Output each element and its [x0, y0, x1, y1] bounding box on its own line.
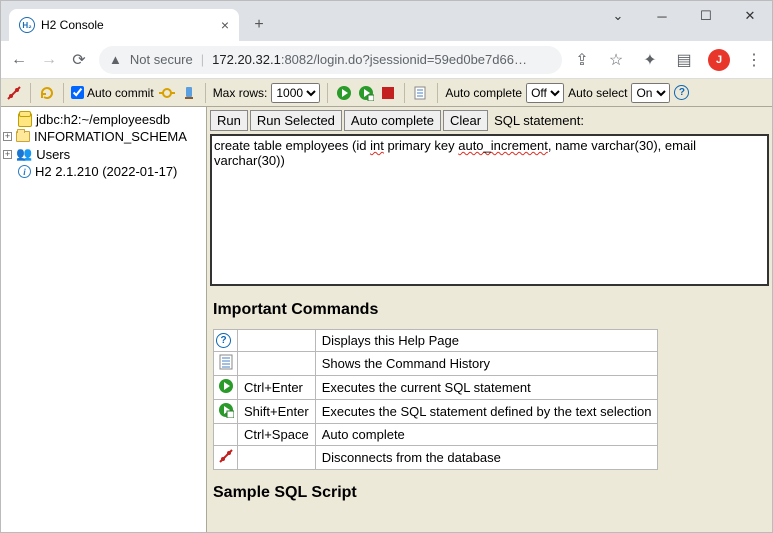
tab-close-icon[interactable]: × [221, 17, 229, 33]
database-icon [18, 113, 32, 127]
disconnect-icon [218, 448, 234, 464]
auto-commit-input[interactable] [71, 86, 84, 99]
tree-users[interactable]: +👥Users [3, 145, 204, 163]
window-dropdown-icon[interactable]: ⌄ [596, 1, 640, 31]
auto-commit-checkbox[interactable]: Auto commit [71, 86, 154, 100]
commit-icon[interactable] [158, 84, 176, 102]
favicon: H₂ [19, 17, 35, 33]
not-secure-icon: ▲ [109, 52, 122, 67]
refresh-icon[interactable] [38, 84, 56, 102]
expand-icon[interactable]: + [3, 150, 12, 159]
browser-address-bar: ← → ⟳ ▲ Not secure | 172.20.32.1:8082/lo… [1, 41, 772, 79]
extensions-icon[interactable]: ✦ [640, 50, 660, 70]
expand-icon[interactable]: + [3, 132, 12, 141]
rollback-icon[interactable] [180, 84, 198, 102]
not-secure-label: Not secure [130, 52, 193, 67]
important-commands-heading: Important Commands [213, 301, 766, 319]
sql-button-bar: Run Run Selected Auto complete Clear SQL… [207, 107, 772, 134]
run-button[interactable]: Run [210, 110, 248, 131]
h2-toolbar: Auto commit Max rows: 1000 Auto complete… [1, 79, 772, 107]
folder-icon [16, 131, 30, 142]
browser-tab[interactable]: H₂ H2 Console × [9, 9, 239, 41]
table-row: ?Displays this Help Page [214, 330, 658, 352]
help-icon[interactable]: ? [674, 85, 689, 100]
tree-db[interactable]: jdbc:h2:~/employeesdb [3, 111, 204, 128]
run-selected-button[interactable]: Run Selected [250, 110, 342, 131]
url-box[interactable]: ▲ Not secure | 172.20.32.1:8082/login.do… [99, 46, 562, 74]
max-rows-select[interactable]: 1000 [271, 83, 320, 103]
url-host: 172.20.32.1 [212, 52, 281, 67]
table-row: Ctrl+SpaceAuto complete [214, 424, 658, 446]
tab-title: H2 Console [41, 18, 104, 32]
window-close-icon[interactable]: ✕ [728, 1, 772, 31]
history-icon [219, 354, 233, 370]
share-icon[interactable]: ⇪ [572, 50, 592, 70]
tree-version: iH2 2.1.210 (2022-01-17) [3, 163, 204, 180]
table-row: Shows the Command History [214, 352, 658, 376]
run-selected-icon[interactable] [357, 84, 375, 102]
sql-label: SQL statement: [494, 113, 584, 128]
auto-complete-button[interactable]: Auto complete [344, 110, 441, 131]
history-icon[interactable] [412, 84, 430, 102]
browser-titlebar: H₂ H2 Console × + ⌄ ─ ☐ ✕ [1, 1, 772, 41]
sql-textarea[interactable]: create table employees (id int primary k… [210, 134, 769, 286]
sample-sql-heading: Sample SQL Script [213, 484, 766, 502]
url-rest: :8082/login.do?jsessionid=59ed0be7d66… [281, 52, 527, 67]
users-icon: 👥 [16, 146, 32, 162]
auto-select-label: Auto select [568, 86, 627, 100]
clear-button[interactable]: Clear [443, 110, 488, 131]
bookmark-icon[interactable]: ☆ [606, 50, 626, 70]
max-rows-label: Max rows: [213, 86, 268, 100]
tree-schema[interactable]: +INFORMATION_SCHEMA [3, 128, 204, 145]
run-icon[interactable] [335, 84, 353, 102]
commands-table: ?Displays this Help Page Shows the Comma… [213, 329, 658, 470]
stop-icon[interactable] [379, 84, 397, 102]
table-row: Disconnects from the database [214, 446, 658, 470]
browser-menu-icon[interactable]: ⋮ [744, 50, 764, 70]
new-tab-button[interactable]: + [245, 11, 273, 39]
table-row: Shift+EnterExecutes the SQL statement de… [214, 400, 658, 424]
table-row: Ctrl+EnterExecutes the current SQL state… [214, 376, 658, 400]
nav-back-icon[interactable]: ← [9, 51, 29, 69]
nav-forward-icon: → [39, 51, 59, 69]
info-icon: i [18, 165, 31, 178]
nav-reload-icon[interactable]: ⟳ [69, 50, 89, 70]
reading-list-icon[interactable]: ▤ [674, 50, 694, 70]
run-selected-icon [218, 402, 234, 418]
window-minimize-icon[interactable]: ─ [640, 1, 684, 31]
help-icon: ? [216, 333, 231, 348]
auto-select-select[interactable]: On [631, 83, 670, 103]
profile-avatar[interactable]: J [708, 49, 730, 71]
run-icon [218, 378, 234, 394]
auto-complete-select[interactable]: Off [526, 83, 564, 103]
auto-complete-label: Auto complete [445, 86, 522, 100]
db-tree: jdbc:h2:~/employeesdb +INFORMATION_SCHEM… [1, 107, 207, 532]
disconnect-icon[interactable] [5, 84, 23, 102]
window-maximize-icon[interactable]: ☐ [684, 1, 728, 31]
